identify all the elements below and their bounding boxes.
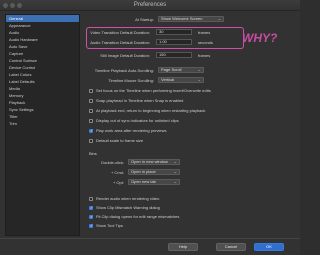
checkbox[interactable] — [89, 205, 93, 210]
checkbox[interactable] — [89, 109, 93, 113]
sidebar-item-general[interactable]: General — [6, 15, 79, 22]
sidebar-item-playback[interactable]: Playback — [6, 99, 79, 106]
sidebar-item-media[interactable]: Media — [6, 85, 79, 92]
bins-action-label: Double-click: — [101, 160, 124, 165]
sidebar-item-auto-save[interactable]: Auto Save — [6, 43, 79, 50]
checkbox[interactable] — [89, 119, 93, 123]
at-startup-label: At Startup: — [135, 17, 154, 22]
chevron-down-icon: ⌄ — [217, 16, 221, 21]
checkbox-label[interactable]: Default scale to frame size — [96, 138, 143, 143]
mouse-scroll-select[interactable]: Vertical ⌄ — [158, 77, 204, 83]
checkbox-label[interactable]: At playback end, return to beginning whe… — [96, 108, 205, 113]
bins-action-value: Open in place — [131, 169, 156, 174]
bins-action-select[interactable]: Open in new window ⌄ — [128, 159, 180, 165]
at-startup-value: Show Welcome Screen — [161, 16, 203, 21]
annotation-text: WHY? — [242, 31, 278, 45]
general-panel: At Startup: Show Welcome Screen ⌄ WHY? Vi… — [84, 14, 296, 236]
auto-scroll-value: Page Scroll — [161, 67, 182, 72]
checkbox-label[interactable]: Show Tool Tips — [96, 223, 123, 228]
auto-scroll-select[interactable]: Page Scroll ⌄ — [158, 67, 204, 73]
bins-action-label: + Cmd: — [110, 170, 124, 175]
bins-action-select[interactable]: Open in place ⌄ — [128, 169, 180, 175]
checkbox[interactable] — [89, 139, 93, 143]
checkbox-label[interactable]: Display out of sync indicators for unlin… — [96, 118, 179, 123]
title-bar: Preferences — [0, 0, 300, 11]
mouse-scroll-value: Vertical — [161, 77, 175, 82]
video-transition-unit: frames — [198, 30, 211, 35]
sidebar-item-label-defaults[interactable]: Label Defaults — [6, 78, 79, 85]
still-image-input[interactable]: 150 — [156, 52, 192, 58]
bins-heading: Bins — [89, 151, 97, 156]
checkbox-label[interactable]: Render audio when rendering video — [96, 196, 159, 201]
audio-transition-input[interactable]: 1.00 — [156, 39, 192, 45]
sidebar-item-audio-hardware[interactable]: Audio Hardware — [6, 36, 79, 43]
bins-action-select[interactable]: Open new tab ⌄ — [128, 179, 180, 185]
mouse-scroll-label: Timeline Mouse Scrolling: — [108, 78, 154, 83]
still-image-label: Still Image Default Duration: — [100, 53, 150, 58]
help-button[interactable]: Help — [168, 243, 198, 251]
checkbox-label[interactable]: Fit Clip dialog opens for edit range mis… — [96, 214, 179, 219]
sidebar-item-sync-settings[interactable]: Sync Settings — [6, 106, 79, 113]
checkbox[interactable] — [89, 197, 93, 201]
checkbox[interactable] — [89, 89, 93, 93]
sidebar-item-label-colors[interactable]: Label Colors — [6, 71, 79, 78]
sidebar-item-memory[interactable]: Memory — [6, 92, 79, 99]
chevron-down-icon: ⌄ — [197, 77, 201, 82]
bins-action-value: Open in new window — [131, 159, 168, 164]
checkbox-label[interactable]: Snap playhead in Timeline when Snap is e… — [96, 98, 183, 103]
checkbox[interactable] — [89, 99, 93, 103]
preferences-window: Preferences General Appearance Audio Audio … — [0, 0, 300, 255]
bins-action-value: Open new tab — [131, 179, 156, 184]
audio-transition-label: Audio Transition Default Duration: — [90, 40, 150, 45]
sidebar-item-capture[interactable]: Capture — [6, 50, 79, 57]
chevron-down-icon: ⌄ — [197, 67, 201, 72]
sidebar-item-device-control[interactable]: Device Control — [6, 64, 79, 71]
video-transition-label: Video Transition Default Duration: — [90, 30, 150, 35]
footer-divider — [0, 238, 300, 239]
chevron-down-icon: ⌄ — [173, 179, 177, 184]
at-startup-select[interactable]: Show Welcome Screen ⌄ — [158, 16, 224, 22]
checkbox[interactable] — [89, 214, 93, 219]
chevron-down-icon: ⌄ — [173, 159, 177, 164]
bins-action-label: + Opt: — [112, 180, 124, 185]
checkbox-label[interactable]: Set focus on the Timeline when performin… — [96, 88, 211, 93]
chevron-down-icon: ⌄ — [173, 169, 177, 174]
ok-button[interactable]: OK — [254, 243, 284, 251]
checkbox[interactable] — [89, 128, 93, 133]
sidebar-item-audio[interactable]: Audio — [6, 29, 79, 36]
checkbox[interactable] — [89, 223, 93, 228]
sidebar-item-titler[interactable]: Titler — [6, 113, 79, 120]
cancel-button[interactable]: Cancel — [216, 243, 246, 251]
video-transition-input[interactable]: 30 — [156, 29, 192, 35]
still-image-unit: frames — [198, 53, 211, 58]
sidebar-item-control-surface[interactable]: Control Surface — [6, 57, 79, 64]
preferences-category-list: General Appearance Audio Audio Hardware Auto… — [5, 14, 80, 236]
window-title: Preferences — [133, 2, 167, 8]
sidebar-item-trim[interactable]: Trim — [6, 120, 79, 127]
audio-transition-unit: seconds — [198, 40, 213, 45]
sidebar-item-appearance[interactable]: Appearance — [6, 22, 79, 29]
checkbox-label[interactable]: Play work area after rendering previews — [96, 128, 166, 133]
checkbox-label[interactable]: Show Clip Mismatch Warning dialog — [96, 205, 160, 210]
auto-scroll-label: Timeline Playback Auto-Scrolling: — [94, 68, 154, 73]
